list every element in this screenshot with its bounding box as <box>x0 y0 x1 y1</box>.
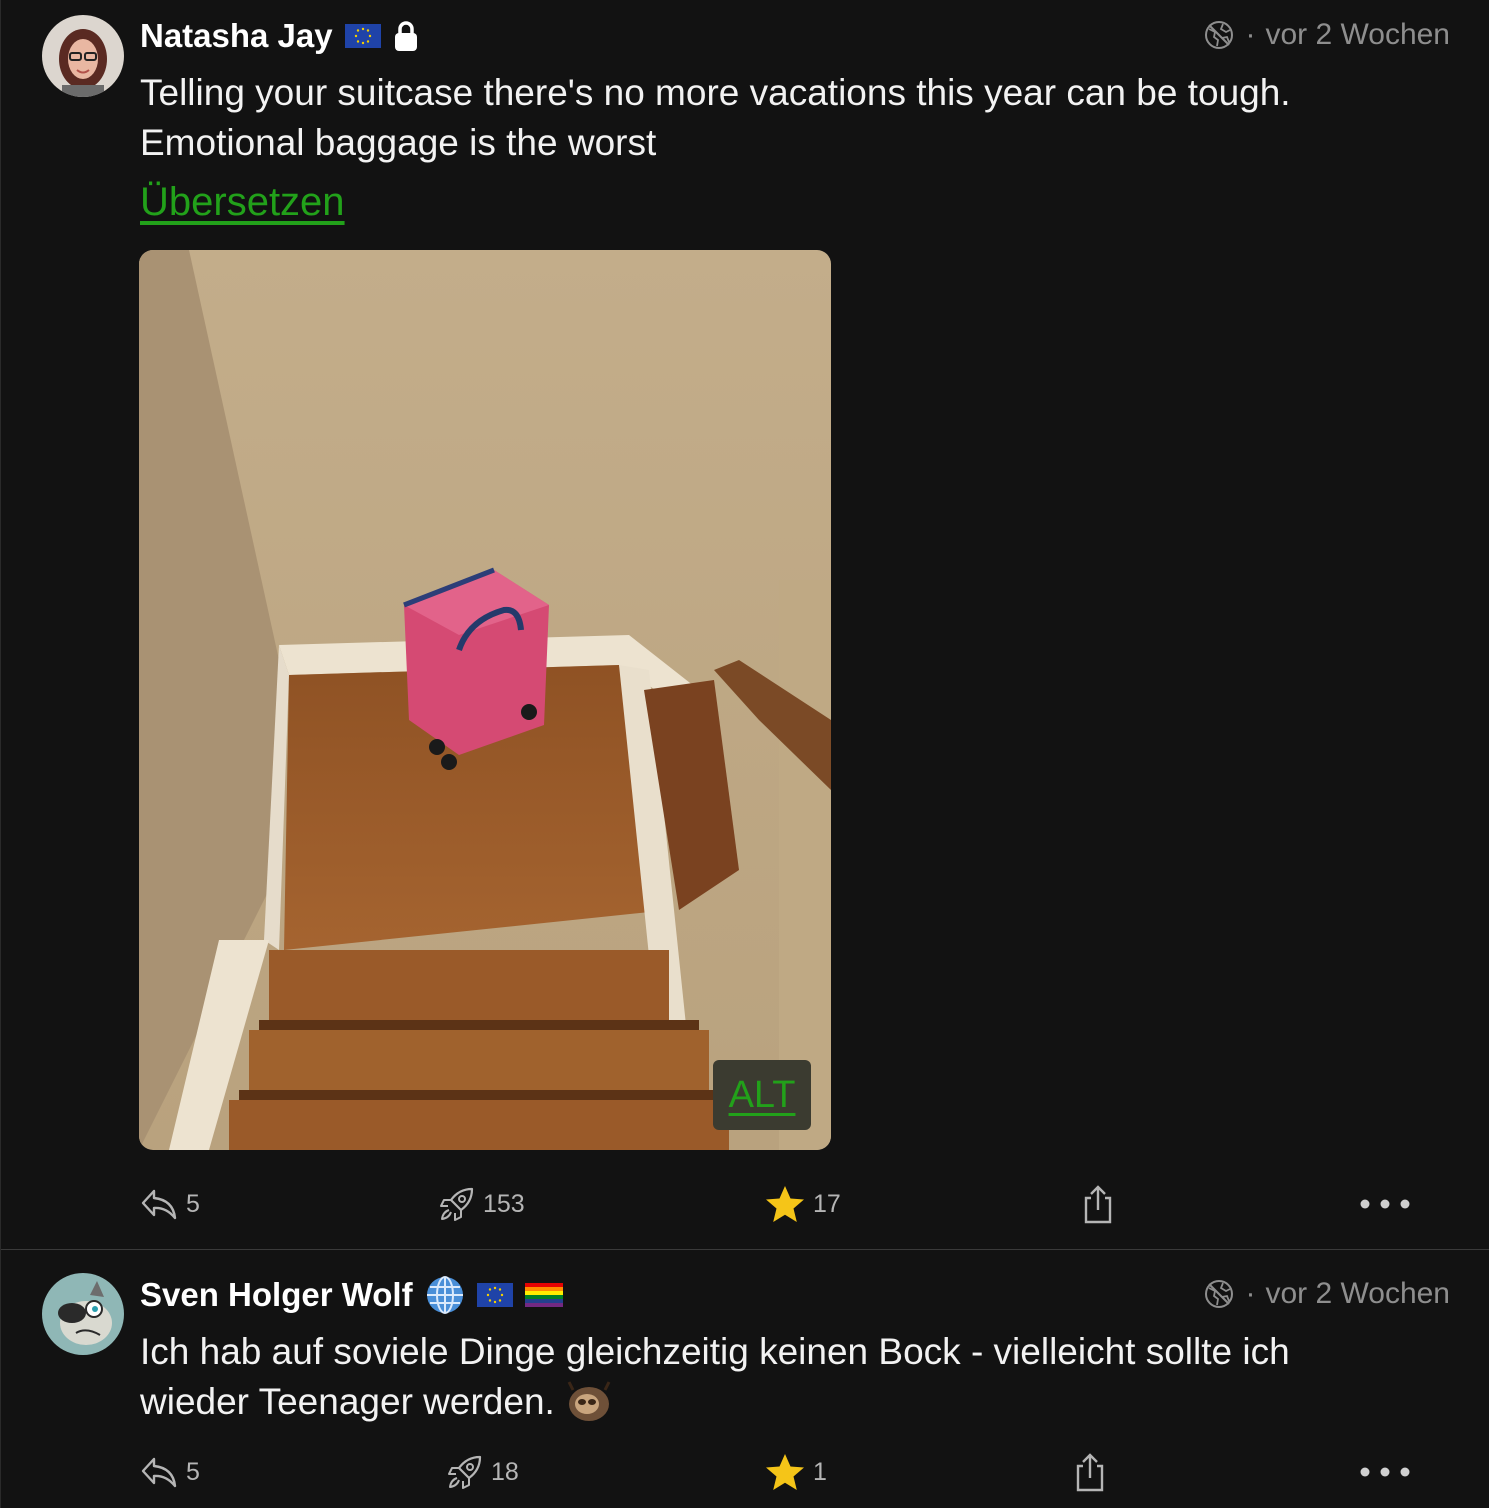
reply-count: 5 <box>186 1457 200 1486</box>
share-icon <box>1076 1453 1104 1492</box>
post-content: Ich hab auf soviele Dinge gleichzeitig k… <box>140 1327 1460 1427</box>
more-button[interactable] <box>1359 1174 1411 1234</box>
public-globe-icon <box>1205 1280 1234 1308</box>
media-attachment[interactable]: ALT <box>139 250 831 1150</box>
avatar[interactable] <box>42 15 124 97</box>
more-button[interactable] <box>1359 1442 1411 1502</box>
more-dots-icon <box>1360 1199 1410 1209</box>
content-line: Ich hab auf soviele Dinge gleichzeitig k… <box>140 1331 1290 1372</box>
timeline-feed: Natasha Jay · vor 2 Wochen Telling your … <box>0 0 1489 1508</box>
content-line: wieder Teenager werden. <box>140 1381 555 1422</box>
favourite-count: 17 <box>813 1189 841 1218</box>
post-content: Telling your suitcase there's no more va… <box>140 68 1460 168</box>
globe-emoji-icon <box>426 1276 463 1314</box>
post-time[interactable]: vor 2 Wochen <box>1265 18 1450 52</box>
alt-text-button[interactable]: ALT <box>713 1060 811 1130</box>
eu-flag-icon <box>476 1283 513 1307</box>
reply-icon <box>141 1189 177 1220</box>
public-globe-icon <box>1205 21 1234 49</box>
meta-separator: · <box>1245 18 1256 51</box>
favourite-button[interactable]: 1 <box>765 1442 827 1502</box>
favourite-button[interactable]: 17 <box>765 1174 841 1234</box>
suitcase-on-stairs-image <box>139 250 831 1150</box>
boost-button[interactable]: 18 <box>447 1442 519 1502</box>
star-icon <box>766 1454 804 1490</box>
eu-flag-icon <box>344 24 381 48</box>
share-icon <box>1084 1185 1112 1224</box>
rocket-icon <box>448 1455 482 1489</box>
lock-icon <box>394 21 417 51</box>
translate-link[interactable]: Übersetzen <box>140 180 345 225</box>
content-line: Emotional baggage is the worst <box>140 122 657 163</box>
post-natasha-jay[interactable]: Natasha Jay · vor 2 Wochen Telling your … <box>1 0 1489 1250</box>
post-time[interactable]: vor 2 Wochen <box>1265 1277 1450 1311</box>
share-button[interactable] <box>1073 1442 1107 1502</box>
more-dots-icon <box>1360 1467 1410 1477</box>
reply-icon <box>141 1457 177 1488</box>
reply-button[interactable]: 5 <box>140 1442 200 1502</box>
share-button[interactable] <box>1081 1174 1115 1234</box>
action-bar: 5 18 1 <box>1 1442 1489 1502</box>
reply-button[interactable]: 5 <box>140 1174 200 1234</box>
action-bar: 5 153 17 <box>1 1174 1489 1234</box>
boost-count: 153 <box>483 1189 525 1218</box>
favourite-count: 1 <box>813 1457 827 1486</box>
rocket-icon <box>440 1187 474 1221</box>
sloth-emoji-icon <box>567 1381 611 1421</box>
reply-count: 5 <box>186 1189 200 1218</box>
boost-count: 18 <box>491 1457 519 1486</box>
meta-separator: · <box>1245 1277 1256 1310</box>
content-line-wrap: wieder Teenager werden. <box>140 1377 1460 1427</box>
avatar[interactable] <box>42 1273 124 1355</box>
post-sven-holger-wolf[interactable]: Sven Holger Wolf · vor 2 Wochen Ich hab … <box>1 1250 1489 1508</box>
author-name[interactable]: Sven Holger Wolf <box>140 1276 413 1314</box>
star-icon <box>766 1186 804 1222</box>
rainbow-flag-icon <box>524 1283 563 1307</box>
author-name[interactable]: Natasha Jay <box>140 17 333 55</box>
boost-button[interactable]: 153 <box>439 1174 525 1234</box>
content-line: Telling your suitcase there's no more va… <box>140 72 1291 113</box>
